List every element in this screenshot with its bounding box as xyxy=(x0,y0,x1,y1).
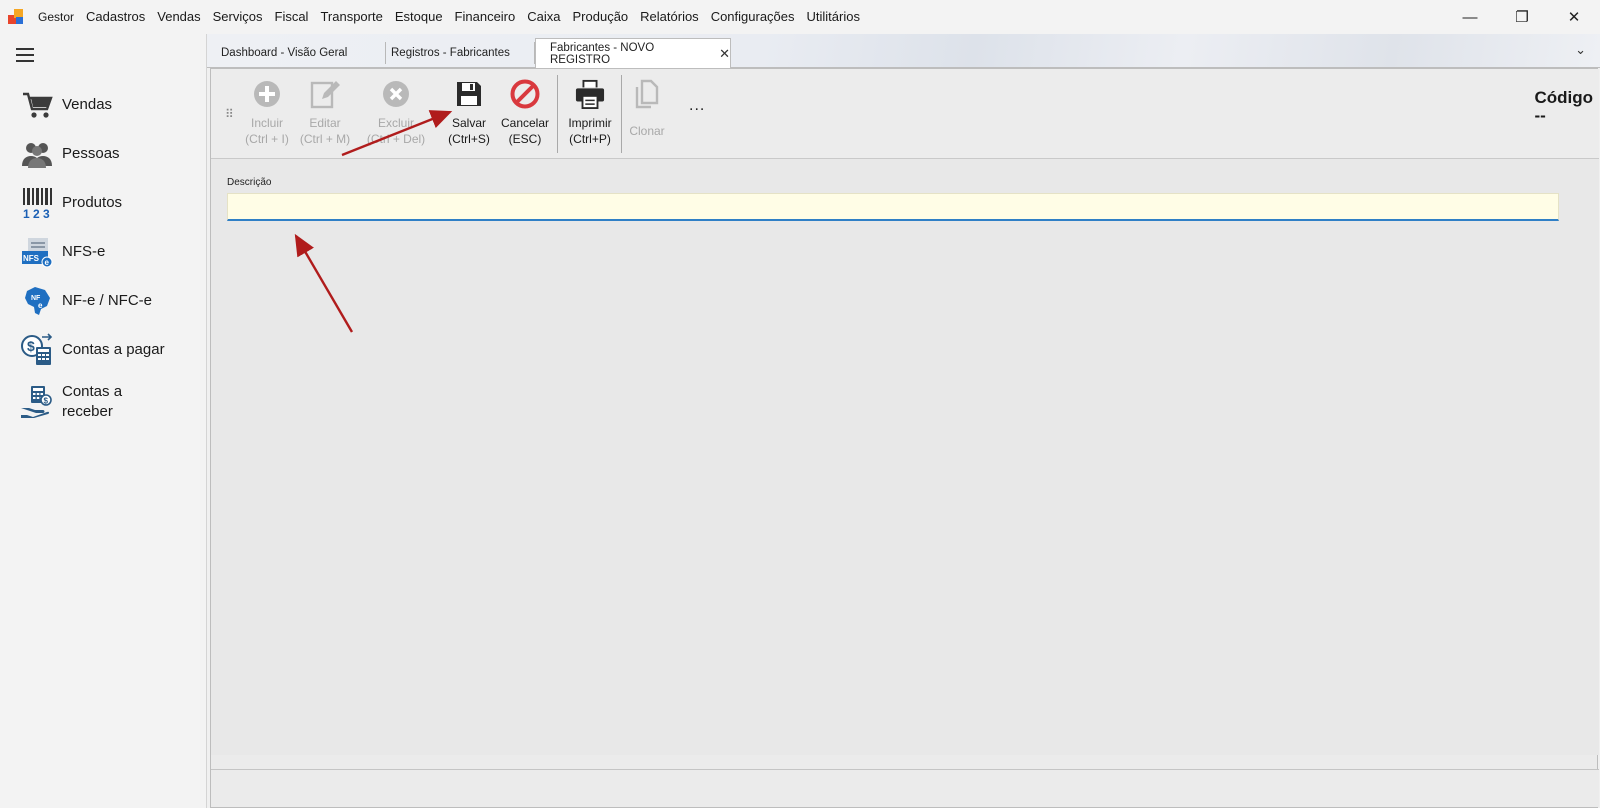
menu-vendas[interactable]: Vendas xyxy=(151,0,206,34)
menu-estoque[interactable]: Estoque xyxy=(389,0,449,34)
menu-servicos[interactable]: Serviços xyxy=(207,0,269,34)
restore-button[interactable]: ❐ xyxy=(1496,0,1548,34)
edit-icon xyxy=(310,79,340,109)
floppy-disk-icon xyxy=(454,79,484,109)
svg-text:NFS: NFS xyxy=(23,254,40,263)
sidebar-item-contas-receber[interactable]: $ Contas a receber xyxy=(20,382,152,422)
button-shortcut: (ESC) xyxy=(508,132,542,146)
tab-registros-fabricantes[interactable]: Registros - Fabricantes xyxy=(377,42,535,64)
salvar-button[interactable]: Salvar (Ctrl+S) xyxy=(443,79,495,147)
sidebar-item-contas-pagar[interactable]: $ Contas a pagar xyxy=(20,333,165,367)
calculator-dollar-icon: $ xyxy=(20,333,54,367)
descricao-label: Descrição xyxy=(227,177,272,188)
button-label: Clonar xyxy=(629,124,665,138)
button-label: Incluir xyxy=(250,116,283,130)
sidebar-item-nfe[interactable]: NF e NF-e / NFC-e xyxy=(20,284,152,318)
menu-utilitarios[interactable]: Utilitários xyxy=(801,0,866,34)
sidebar-item-pessoas[interactable]: Pessoas xyxy=(20,137,120,171)
content-panel: ⠿ Incluir (Ctrl + I) Editar (Ctrl + M) E… xyxy=(210,68,1599,808)
window-controls: — ❐ ✕ xyxy=(1444,0,1600,34)
minimize-button[interactable]: — xyxy=(1444,0,1496,34)
svg-text:e: e xyxy=(38,301,43,310)
more-options-button[interactable]: ... xyxy=(689,97,705,115)
status-bar xyxy=(211,769,1599,807)
toolbar-separator xyxy=(621,75,622,153)
sidebar-item-vendas[interactable]: Vendas xyxy=(20,88,112,122)
codigo-display: Código -- xyxy=(1534,89,1593,125)
cancel-icon xyxy=(510,79,540,109)
sidebar-item-label: NF-e / NFC-e xyxy=(62,292,152,309)
incluir-button[interactable]: Incluir (Ctrl + I) xyxy=(239,79,295,147)
clonar-button[interactable]: Clonar xyxy=(625,79,669,139)
sidebar-item-label: Produtos xyxy=(62,194,123,211)
tab-label: Dashboard - Visão Geral xyxy=(221,47,348,59)
sidebar: Vendas Pessoas 1 2 3 Produtos NFS e NFS-e… xyxy=(0,34,207,808)
button-shortcut: (Ctrl+S) xyxy=(448,132,490,146)
menu-cadastros[interactable]: Cadastros xyxy=(80,0,151,34)
tab-strip: Dashboard - Visão Geral Registros - Fabr… xyxy=(207,34,1600,69)
button-label: Editar xyxy=(309,116,341,130)
hand-calculator-icon: $ xyxy=(20,384,54,418)
menu-items: Gestor Cadastros Vendas Serviços Fiscal … xyxy=(32,0,866,34)
close-window-button[interactable]: ✕ xyxy=(1548,0,1600,34)
menu-caixa[interactable]: Caixa xyxy=(521,0,566,34)
button-label: Salvar xyxy=(451,116,486,130)
barcode-icon: 1 2 3 xyxy=(20,186,54,220)
sidebar-item-label: Vendas xyxy=(62,96,113,113)
sidebar-item-label: Contas a pagar xyxy=(62,341,165,358)
people-icon xyxy=(20,137,54,171)
sidebar-item-label: NFS-e xyxy=(62,243,106,260)
x-circle-icon xyxy=(381,79,411,109)
codigo-label: Código xyxy=(1534,88,1593,107)
toolbar-separator xyxy=(557,75,558,153)
button-label: Excluir xyxy=(377,116,414,130)
svg-text:$: $ xyxy=(27,338,35,354)
tab-fabricantes-novo-registro[interactable]: Fabricantes - NOVO REGISTRO ✕ xyxy=(535,38,731,69)
plus-circle-icon xyxy=(252,79,282,109)
tab-close-icon[interactable]: ✕ xyxy=(719,46,730,62)
button-shortcut: (Ctrl + M) xyxy=(299,132,351,146)
printer-icon xyxy=(575,79,605,109)
button-shortcut: (Ctrl + Del) xyxy=(366,132,426,146)
menu-gestor[interactable]: Gestor xyxy=(32,0,80,34)
button-label: Cancelar xyxy=(500,116,550,130)
tab-dashboard[interactable]: Dashboard - Visão Geral xyxy=(207,42,386,64)
menu-fiscal[interactable]: Fiscal xyxy=(269,0,315,34)
shopping-cart-icon xyxy=(20,88,54,122)
editar-button[interactable]: Editar (Ctrl + M) xyxy=(297,79,353,147)
form-area: Descrição xyxy=(211,159,1599,755)
imprimir-button[interactable]: Imprimir (Ctrl+P) xyxy=(563,79,617,147)
menu-transporte[interactable]: Transporte xyxy=(314,0,388,34)
toolbar-grip-icon[interactable]: ⠿ xyxy=(225,107,234,121)
sidebar-item-nfse[interactable]: NFS e NFS-e xyxy=(20,235,105,269)
menu-relatorios[interactable]: Relatórios xyxy=(634,0,705,34)
svg-text:$: $ xyxy=(44,397,49,406)
codigo-value: -- xyxy=(1534,106,1546,125)
nfe-icon: NF e xyxy=(20,284,54,318)
app-logo-icon xyxy=(8,9,24,25)
excluir-button[interactable]: Excluir (Ctrl + Del) xyxy=(359,79,433,147)
tab-label: Fabricantes - NOVO REGISTRO xyxy=(550,42,655,66)
sidebar-item-produtos[interactable]: 1 2 3 Produtos xyxy=(20,186,122,220)
tab-label: Registros - Fabricantes xyxy=(391,47,510,59)
descricao-input[interactable] xyxy=(227,193,1559,221)
toolbar: ⠿ Incluir (Ctrl + I) Editar (Ctrl + M) E… xyxy=(211,69,1599,159)
tab-overflow-chevron-icon[interactable]: ⌄ xyxy=(1575,42,1586,58)
hamburger-menu-icon[interactable] xyxy=(16,48,34,62)
button-shortcut: (Ctrl+P) xyxy=(569,132,611,146)
cancelar-button[interactable]: Cancelar (ESC) xyxy=(499,79,551,147)
menu-configuracoes[interactable]: Configurações xyxy=(705,0,801,34)
clone-icon xyxy=(632,79,662,109)
nfse-icon: NFS e xyxy=(20,235,54,269)
button-shortcut: (Ctrl + I) xyxy=(245,132,289,146)
button-label: Imprimir xyxy=(568,116,612,130)
menu-bar: Gestor Cadastros Vendas Serviços Fiscal … xyxy=(0,0,1600,34)
svg-text:e: e xyxy=(45,258,50,267)
svg-text:1 2 3: 1 2 3 xyxy=(23,207,50,219)
sidebar-item-label: Pessoas xyxy=(62,145,120,162)
menu-producao[interactable]: Produção xyxy=(567,0,635,34)
menu-financeiro[interactable]: Financeiro xyxy=(449,0,522,34)
sidebar-item-label: Contas a receber xyxy=(62,383,123,420)
